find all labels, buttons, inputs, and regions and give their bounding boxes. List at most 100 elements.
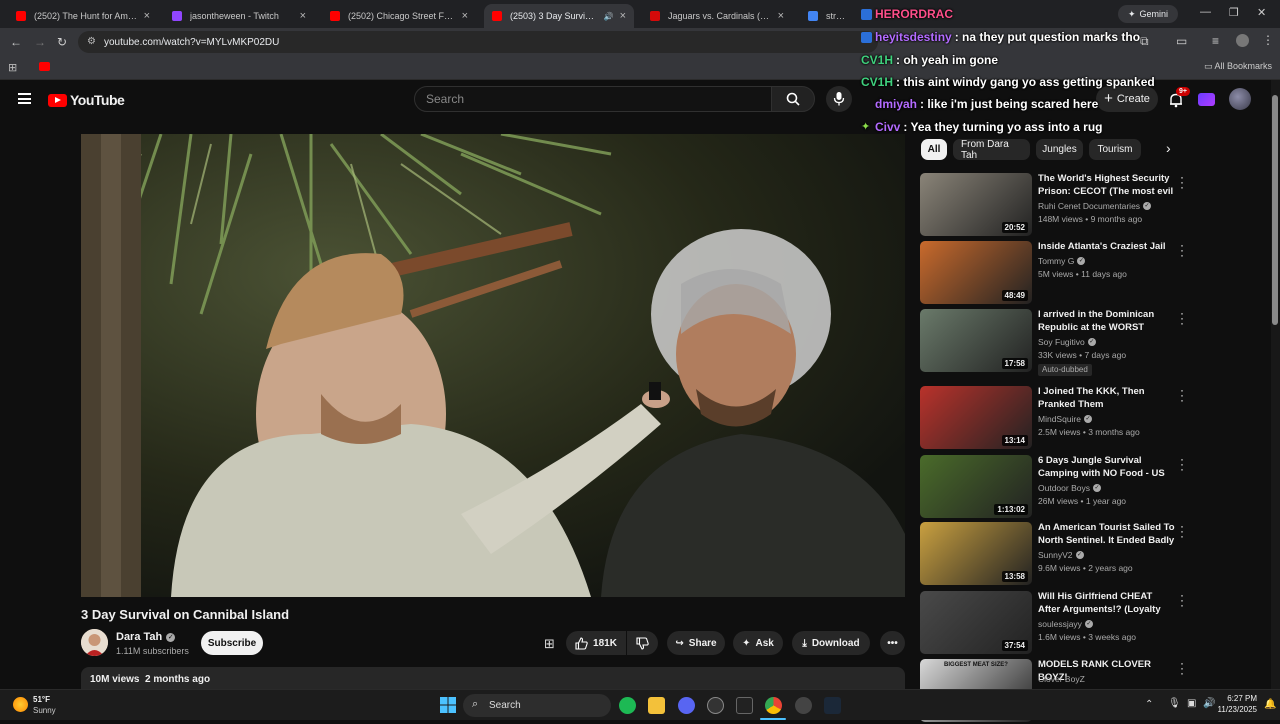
chip-tourism[interactable]: Tourism (1089, 139, 1141, 160)
chip-all[interactable]: All (921, 139, 947, 160)
recommended-video-title[interactable]: I Joined The KKK, Then Pranked Them (1038, 386, 1176, 411)
recommended-video-title[interactable]: I arrived in the Dominican Republic at t… (1038, 309, 1176, 334)
all-bookmarks[interactable]: ▭ All Bookmarks (1204, 61, 1272, 72)
recommended-channel[interactable]: Outdoor Boys ✓ (1038, 483, 1101, 493)
recommended-video-title[interactable]: 6 Days Jungle Survival Camping with NO F… (1038, 455, 1176, 480)
recommended-channel[interactable]: Ruhi Cenet Documentaries ✓ (1038, 201, 1152, 211)
grid-icon[interactable]: ⊞ (544, 636, 555, 652)
recommended-video[interactable]: 37:54 Will His Girlfriend CHEAT After Arg… (920, 589, 1186, 656)
chip-jungles[interactable]: Jungles (1036, 139, 1083, 160)
close-tab-icon[interactable]: × (778, 10, 784, 22)
chevron-up-icon[interactable]: ⌃ (1145, 699, 1153, 710)
recommended-video[interactable]: 13:14 I Joined The KKK, Then Pranked Them… (920, 384, 1185, 451)
media-icon[interactable]: ≡ (1212, 34, 1219, 48)
like-button[interactable]: 181K (566, 631, 626, 655)
reload-icon[interactable]: ↻ (57, 35, 67, 49)
close-tab-icon[interactable]: × (300, 10, 306, 22)
browser-tab[interactable]: (2502) Chicago Street Food!! 5 × (322, 4, 476, 28)
gemini-button[interactable]: ✦ Gemini (1118, 5, 1178, 23)
recommended-video[interactable]: 17:58 I arrived in the Dominican Republic… (920, 307, 1186, 376)
profile-icon[interactable] (1236, 34, 1249, 47)
video-thumbnail[interactable]: 48:49 (920, 241, 1032, 304)
more-vertical-icon[interactable]: · · · (1178, 520, 1186, 542)
url-field[interactable]: ⚙ youtube.com/watch?v=MYLvMKP02DU (78, 31, 878, 53)
notification-bell-icon[interactable]: 🔔 (1264, 699, 1276, 710)
more-vertical-icon[interactable]: · · · (1178, 171, 1186, 193)
more-actions-button[interactable]: ••• (880, 631, 905, 655)
recommended-video-title[interactable]: The World's Highest Security Prison: CEC… (1038, 173, 1176, 198)
channel-name[interactable]: Dara Tah ✓ (116, 631, 176, 643)
recommended-video[interactable]: 1:13:02 6 Days Jungle Survival Camping wi… (920, 453, 1186, 520)
recommended-video-title[interactable]: Will His Girlfriend CHEAT After Argument… (1038, 591, 1176, 616)
microphone-icon[interactable]: 🎙 (1168, 698, 1181, 709)
dislike-button[interactable] (627, 631, 658, 655)
more-vertical-icon[interactable]: · · · (1178, 307, 1186, 329)
search-button[interactable] (771, 86, 815, 112)
cast-icon[interactable]: ▭ (1176, 34, 1187, 48)
forward-icon[interactable]: → (34, 35, 46, 49)
spotify-icon[interactable] (619, 697, 636, 714)
youtube-bookmark-icon[interactable] (39, 62, 50, 71)
video-player[interactable] (81, 134, 905, 597)
subscribe-button[interactable]: Subscribe (201, 631, 263, 655)
share-button[interactable]: ↪ Share (667, 631, 725, 655)
channel-avatar[interactable] (81, 629, 108, 656)
recommended-channel[interactable]: Tommy G ✓ (1038, 256, 1086, 266)
more-vertical-icon[interactable]: · · · (1178, 657, 1186, 679)
notifications-button[interactable]: 9+ (1168, 87, 1190, 113)
chevron-right-icon[interactable]: › (1166, 140, 1171, 156)
recommended-channel[interactable]: Soy Fugitivo ✓ (1038, 337, 1096, 347)
ask-button[interactable]: ✦ Ask (733, 631, 783, 655)
recommended-channel[interactable]: soulessjayy ✓ (1038, 619, 1093, 629)
close-tab-icon[interactable]: × (620, 10, 626, 22)
close-tab-icon[interactable]: × (144, 10, 150, 22)
browser-tab[interactable]: jasontheween - Twitch × (164, 4, 314, 28)
browser-tab[interactable]: (2502) The Hunt for America's S × (8, 4, 158, 28)
discord-icon[interactable] (678, 697, 695, 714)
recommended-video[interactable]: 20:52 The World's Highest Security Prison… (920, 171, 1186, 238)
account-avatar[interactable] (1229, 88, 1251, 110)
recommended-channel[interactable]: Clover BoyZ (1038, 674, 1085, 684)
hamburger-menu-icon[interactable] (18, 93, 31, 104)
menu-icon[interactable]: ⋮ (1262, 33, 1274, 47)
video-thumbnail[interactable]: 1:13:02 (920, 455, 1032, 518)
video-thumbnail[interactable]: 13:14 (920, 386, 1032, 449)
back-icon[interactable]: ← (10, 35, 22, 49)
more-vertical-icon[interactable]: · · · (1178, 589, 1186, 611)
maximize-icon[interactable]: ❐ (1229, 6, 1239, 19)
recommended-video-title[interactable]: Inside Atlanta's Craziest Jail (1038, 241, 1176, 254)
download-button[interactable]: ⤓ Download (792, 631, 870, 655)
recommended-channel[interactable]: SunnyV2 ✓ (1038, 550, 1084, 560)
recommended-video-title[interactable]: An American Tourist Sailed To North Sent… (1038, 522, 1176, 547)
search-input[interactable]: Search (414, 86, 772, 112)
more-vertical-icon[interactable]: · · · (1178, 453, 1186, 475)
recommended-channel[interactable]: MindSquire ✓ (1038, 414, 1092, 424)
steam-icon[interactable] (824, 697, 841, 714)
file-explorer-icon[interactable] (648, 697, 665, 714)
video-thumbnail[interactable]: 17:58 (920, 309, 1032, 372)
network-icon[interactable]: ▣ (1187, 698, 1196, 709)
clock-date[interactable]: 11/23/2025 (1215, 705, 1257, 714)
browser-tab[interactable]: stranger th (800, 4, 858, 28)
chrome-icon[interactable] (765, 697, 782, 714)
youtube-logo[interactable]: YouTube (48, 92, 125, 108)
site-info-icon[interactable]: ⚙ (87, 36, 96, 47)
chip-from-dara-tah[interactable]: From Dara Tah (953, 139, 1030, 161)
more-vertical-icon[interactable]: · · · (1178, 239, 1186, 261)
twitch-extension-icon[interactable] (1198, 93, 1215, 106)
taskbar-search[interactable]: ⌕ Search (463, 694, 611, 717)
browser-tab[interactable]: (2503) 3 Day Survival on Ca 🔊 × (484, 4, 634, 28)
volume-icon[interactable]: 🔊 (1203, 698, 1215, 709)
app-icon[interactable] (795, 697, 812, 714)
minimize-icon[interactable]: — (1200, 6, 1211, 18)
video-thumbnail[interactable]: 37:54 (920, 591, 1032, 654)
create-button[interactable]: + Create (1096, 86, 1158, 112)
description-box[interactable]: 10M views 2 months ago (81, 667, 905, 689)
video-thumbnail[interactable]: 20:52 (920, 173, 1032, 236)
apps-icon[interactable]: ⊞ (8, 61, 17, 74)
weather-icon[interactable] (13, 697, 28, 712)
windows-start-icon[interactable] (440, 697, 456, 713)
app-icon[interactable] (707, 697, 724, 714)
extensions-icon[interactable]: ⧉ (1140, 34, 1149, 49)
video-thumbnail[interactable]: 13:58 (920, 522, 1032, 585)
